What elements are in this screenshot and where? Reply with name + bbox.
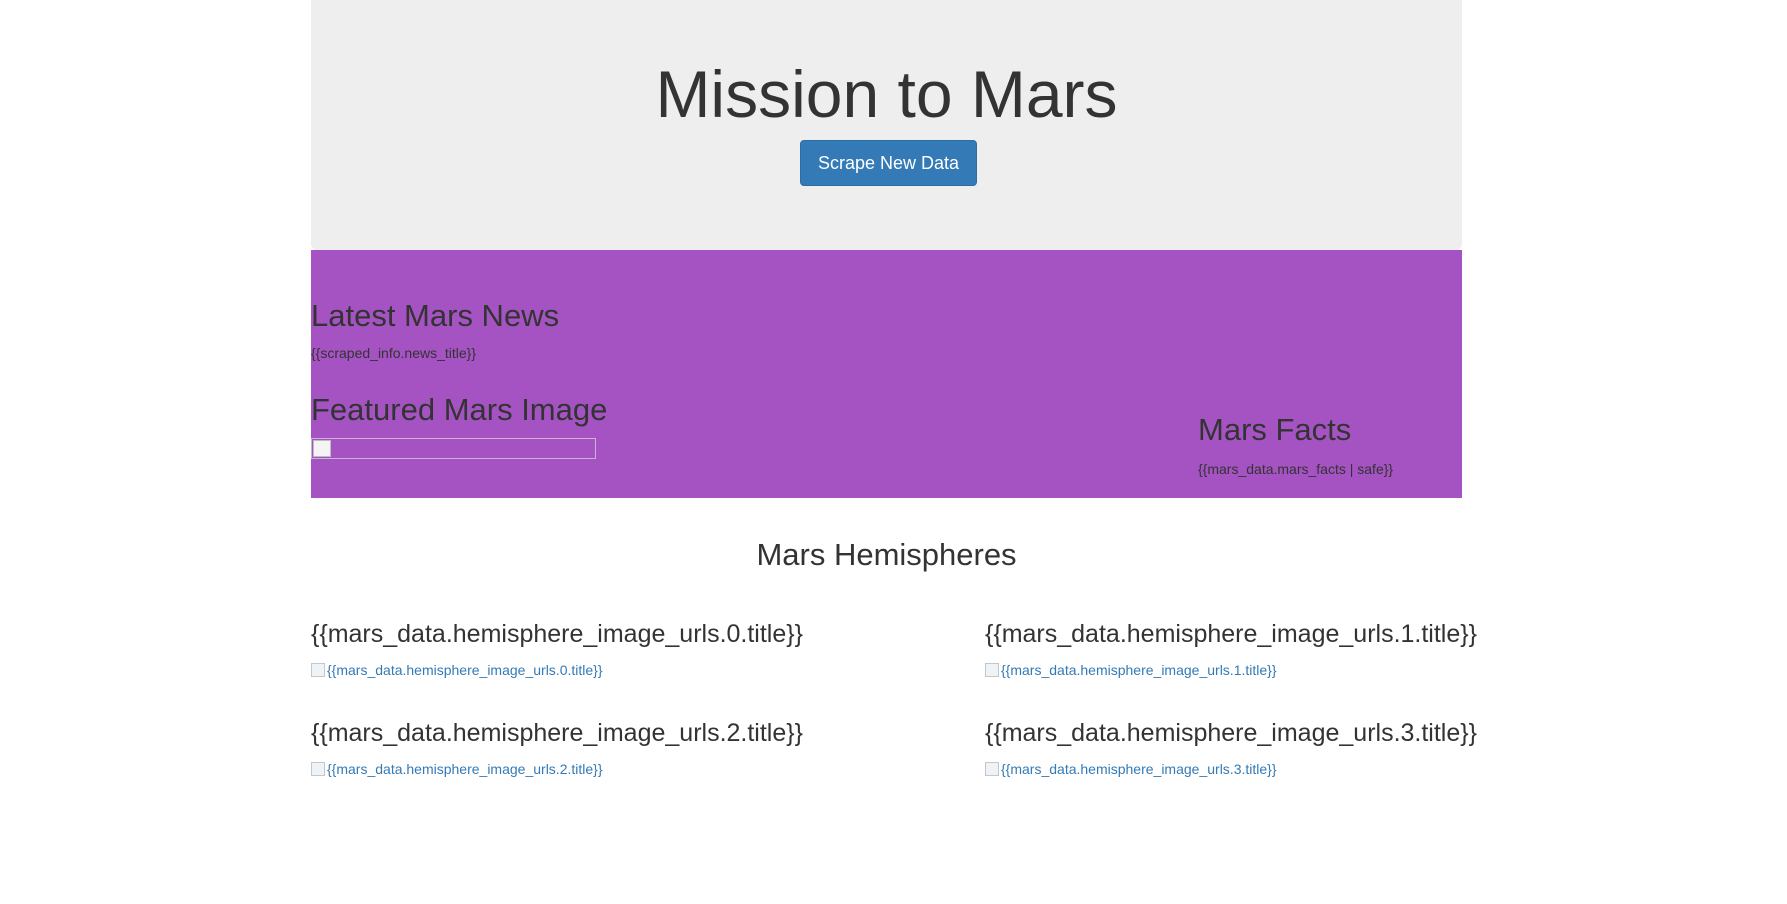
hemisphere-image-alt: {{mars_data.hemisphere_image_urls.2.titl…	[327, 761, 603, 777]
broken-image-icon	[985, 762, 999, 776]
latest-news-heading: Latest Mars News	[311, 298, 560, 333]
page-title: Mission to Mars	[655, 57, 1118, 131]
mars-info-section: Latest Mars News {{scraped_info.news_tit…	[311, 250, 1462, 498]
hemisphere-title: {{mars_data.hemisphere_image_urls.2.titl…	[311, 719, 803, 747]
jumbotron: Mission to Mars Scrape New Data	[311, 0, 1462, 250]
broken-image-icon	[313, 440, 331, 457]
broken-image-icon	[311, 762, 325, 776]
hemisphere-image-link[interactable]: {{mars_data.hemisphere_image_urls.2.titl…	[311, 760, 803, 778]
mars-facts-heading: Mars Facts	[1198, 412, 1352, 447]
hemispheres-heading: Mars Hemispheres	[756, 537, 1017, 572]
hemisphere-item: {{mars_data.hemisphere_image_urls.0.titl…	[311, 619, 803, 679]
hemisphere-image-link[interactable]: {{mars_data.hemisphere_image_urls.0.titl…	[311, 661, 803, 679]
mars-facts-text: {{mars_data.mars_facts | safe}}	[1198, 461, 1394, 477]
hemisphere-title: {{mars_data.hemisphere_image_urls.0.titl…	[311, 620, 803, 648]
hemisphere-image-link[interactable]: {{mars_data.hemisphere_image_urls.1.titl…	[985, 661, 1477, 679]
hemisphere-item: {{mars_data.hemisphere_image_urls.1.titl…	[985, 619, 1477, 679]
hemisphere-image-alt: {{mars_data.hemisphere_image_urls.0.titl…	[327, 662, 603, 678]
hemisphere-image-alt: {{mars_data.hemisphere_image_urls.1.titl…	[1001, 662, 1277, 678]
hemisphere-title: {{mars_data.hemisphere_image_urls.1.titl…	[985, 620, 1477, 648]
scrape-new-data-button[interactable]: Scrape New Data	[800, 140, 977, 186]
hemisphere-item: {{mars_data.hemisphere_image_urls.2.titl…	[311, 718, 803, 778]
broken-image-icon	[985, 663, 999, 677]
featured-image-heading: Featured Mars Image	[311, 392, 608, 427]
latest-news-text: {{scraped_info.news_title}}	[311, 345, 477, 361]
broken-image-icon	[311, 663, 325, 677]
hemisphere-item: {{mars_data.hemisphere_image_urls.3.titl…	[985, 718, 1477, 778]
hemisphere-image-link[interactable]: {{mars_data.hemisphere_image_urls.3.titl…	[985, 760, 1477, 778]
page-container: Mission to Mars Scrape New Data Latest M…	[311, 0, 1477, 904]
hemisphere-title: {{mars_data.hemisphere_image_urls.3.titl…	[985, 719, 1477, 747]
hemisphere-image-alt: {{mars_data.hemisphere_image_urls.3.titl…	[1001, 761, 1277, 777]
featured-image[interactable]	[311, 438, 596, 459]
